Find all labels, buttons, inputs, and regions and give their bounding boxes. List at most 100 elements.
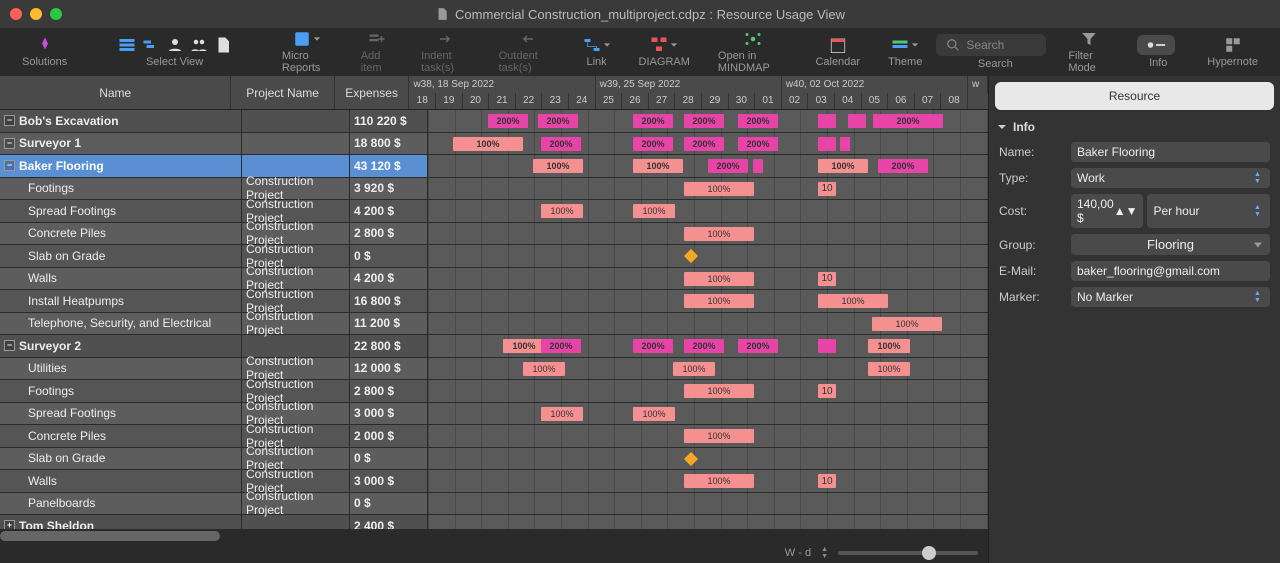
milestone-diamond[interactable] <box>684 451 698 465</box>
zoom-slider[interactable] <box>838 551 978 555</box>
gantt-bar[interactable]: 200% <box>873 114 943 128</box>
task-row[interactable]: PanelboardsConstruction Project0 $ <box>0 493 988 516</box>
timeline-cell[interactable]: 100%200%200%200%200%100% <box>428 335 988 357</box>
maximize-window[interactable] <box>50 8 62 20</box>
gantt-bar[interactable]: 100% <box>453 137 523 151</box>
gantt-bar[interactable]: 200% <box>738 114 778 128</box>
mindmap-button[interactable]: Open in MINDMAP <box>704 28 802 76</box>
search-input[interactable]: Search <box>936 34 1046 56</box>
gantt-bar[interactable]: 200% <box>541 339 581 353</box>
resource-row[interactable]: −Baker Flooring43 120 $100%100%200%100%2… <box>0 155 988 178</box>
expand-toggle[interactable]: − <box>4 115 15 126</box>
gantt-bar[interactable] <box>818 137 836 151</box>
column-project[interactable]: Project Name <box>231 76 334 109</box>
gantt-bar[interactable] <box>818 114 836 128</box>
task-row[interactable]: Concrete PilesConstruction Project2 800 … <box>0 223 988 246</box>
gantt-bar[interactable]: 100% <box>633 204 675 218</box>
timeline-cell[interactable]: 100%10 <box>428 268 988 290</box>
gantt-bar[interactable]: 100% <box>818 159 868 173</box>
timeline-cell[interactable] <box>428 245 988 267</box>
gantt-bar[interactable]: 100% <box>868 339 910 353</box>
tab-resource[interactable]: Resource <box>995 82 1274 110</box>
gantt-bar[interactable]: 200% <box>684 114 724 128</box>
column-expenses[interactable]: Expenses <box>335 76 410 109</box>
timeline-cell[interactable]: 100% 100% <box>428 200 988 222</box>
task-row[interactable]: FootingsConstruction Project2 800 $100%1… <box>0 380 988 403</box>
gantt-bar[interactable]: 200% <box>633 114 673 128</box>
minimize-window[interactable] <box>30 8 42 20</box>
gantt-bar[interactable]: 200% <box>633 137 673 151</box>
solutions-button[interactable]: Solutions <box>8 34 81 70</box>
gantt-bar[interactable]: 100% <box>523 362 565 376</box>
resource-row[interactable]: −Bob's Excavation110 220 $200%200%200%20… <box>0 110 988 133</box>
info-button[interactable]: Info <box>1123 33 1193 71</box>
gantt-bar[interactable]: 10 <box>818 182 836 196</box>
timeline-cell[interactable]: 100% 100% <box>428 290 988 312</box>
gantt-bar[interactable]: 100% <box>684 227 754 241</box>
gantt-bar[interactable]: 100% <box>633 159 683 173</box>
cost-field[interactable]: 140,00 $▲▼ <box>1071 194 1143 228</box>
timeline-cell[interactable]: 200% 200% 200% 200% 200% 200% <box>428 110 988 132</box>
gantt-bar[interactable] <box>753 159 763 173</box>
timeline-cell[interactable]: 100%100%100% <box>428 358 988 380</box>
gantt-bar[interactable]: 100% <box>503 339 545 353</box>
task-row[interactable]: Install HeatpumpsConstruction Project16 … <box>0 290 988 313</box>
gantt-bar[interactable]: 200% <box>878 159 928 173</box>
gantt-bar[interactable] <box>840 137 850 151</box>
gantt-bar[interactable]: 200% <box>538 114 578 128</box>
task-row[interactable]: Slab on GradeConstruction Project0 $ <box>0 245 988 268</box>
name-field[interactable]: Baker Flooring <box>1071 142 1270 162</box>
gantt-bar[interactable]: 100% <box>533 159 583 173</box>
task-row[interactable]: Concrete PilesConstruction Project2 000 … <box>0 425 988 448</box>
gantt-bar[interactable]: 100% <box>684 182 754 196</box>
section-info[interactable]: Info <box>989 116 1280 138</box>
timeline-cell[interactable]: 100% 10 <box>428 178 988 200</box>
task-row[interactable]: WallsConstruction Project3 000 $100%10 <box>0 470 988 493</box>
gantt-bar[interactable]: 100% <box>673 362 715 376</box>
task-row[interactable]: WallsConstruction Project4 200 $100%10 <box>0 268 988 291</box>
task-row[interactable]: Spread FootingsConstruction Project4 200… <box>0 200 988 223</box>
gantt-bar[interactable]: 100% <box>541 204 583 218</box>
gantt-bar[interactable]: 100% <box>872 317 942 331</box>
task-row[interactable]: Telephone, Security, and ElectricalConst… <box>0 313 988 336</box>
timeline-cell[interactable] <box>428 448 988 470</box>
timeline-cell[interactable]: 100%10 <box>428 380 988 402</box>
theme-button[interactable]: Theme <box>874 34 936 70</box>
group-select[interactable]: Flooring <box>1071 234 1270 255</box>
diagram-button[interactable]: DIAGRAM <box>625 34 704 70</box>
gantt-bar[interactable]: 100% <box>541 407 583 421</box>
resource-row[interactable]: −Surveyor 222 800 $100%200%200%200%200%1… <box>0 335 988 358</box>
timeline-cell[interactable]: 100%200%200%200%200% <box>428 133 988 155</box>
gantt-bar[interactable]: 200% <box>738 339 778 353</box>
gantt-bar[interactable]: 100% <box>818 294 888 308</box>
gantt-bar[interactable]: 100% <box>684 384 754 398</box>
filter-button[interactable]: Filter Mode <box>1054 28 1123 76</box>
timeline-cell[interactable]: 100% <box>428 425 988 447</box>
timeline-cell[interactable]: 100% 100% 200% 100% 200% <box>428 155 988 177</box>
type-select[interactable]: Work▲▼ <box>1071 168 1270 188</box>
expand-toggle[interactable]: − <box>4 340 15 351</box>
outdent-button[interactable]: Outdent task(s) <box>485 28 569 76</box>
grid-body[interactable]: −Bob's Excavation110 220 $200%200%200%20… <box>0 110 988 563</box>
gantt-bar[interactable]: 100% <box>684 474 754 488</box>
gantt-bar[interactable]: 100% <box>684 429 754 443</box>
task-row[interactable]: Slab on GradeConstruction Project0 $ <box>0 448 988 471</box>
gantt-bar[interactable]: 10 <box>818 474 836 488</box>
gantt-bar[interactable]: 200% <box>708 159 748 173</box>
gantt-bar[interactable]: 100% <box>684 294 754 308</box>
timeline-cell[interactable]: 100% 10 <box>428 470 988 492</box>
gantt-bar[interactable]: 10 <box>818 272 836 286</box>
expand-toggle[interactable]: − <box>4 138 15 149</box>
timeline-cell[interactable]: 100%100% <box>428 403 988 425</box>
gantt-bar[interactable]: 200% <box>488 114 528 128</box>
hypernote-button[interactable]: Hypernote <box>1193 34 1272 70</box>
add-item-button[interactable]: Add item <box>347 28 407 76</box>
task-row[interactable]: Spread FootingsConstruction Project3 000… <box>0 403 988 426</box>
expand-toggle[interactable]: − <box>4 160 15 171</box>
gantt-bar[interactable] <box>848 114 866 128</box>
select-view-button[interactable]: Select View <box>104 34 246 70</box>
task-row[interactable]: UtilitiesConstruction Project12 000 $100… <box>0 358 988 381</box>
marker-select[interactable]: No Marker▲▼ <box>1071 287 1270 307</box>
calendar-button[interactable]: Calendar <box>801 34 874 70</box>
cost-unit-select[interactable]: Per hour▲▼ <box>1147 194 1270 228</box>
